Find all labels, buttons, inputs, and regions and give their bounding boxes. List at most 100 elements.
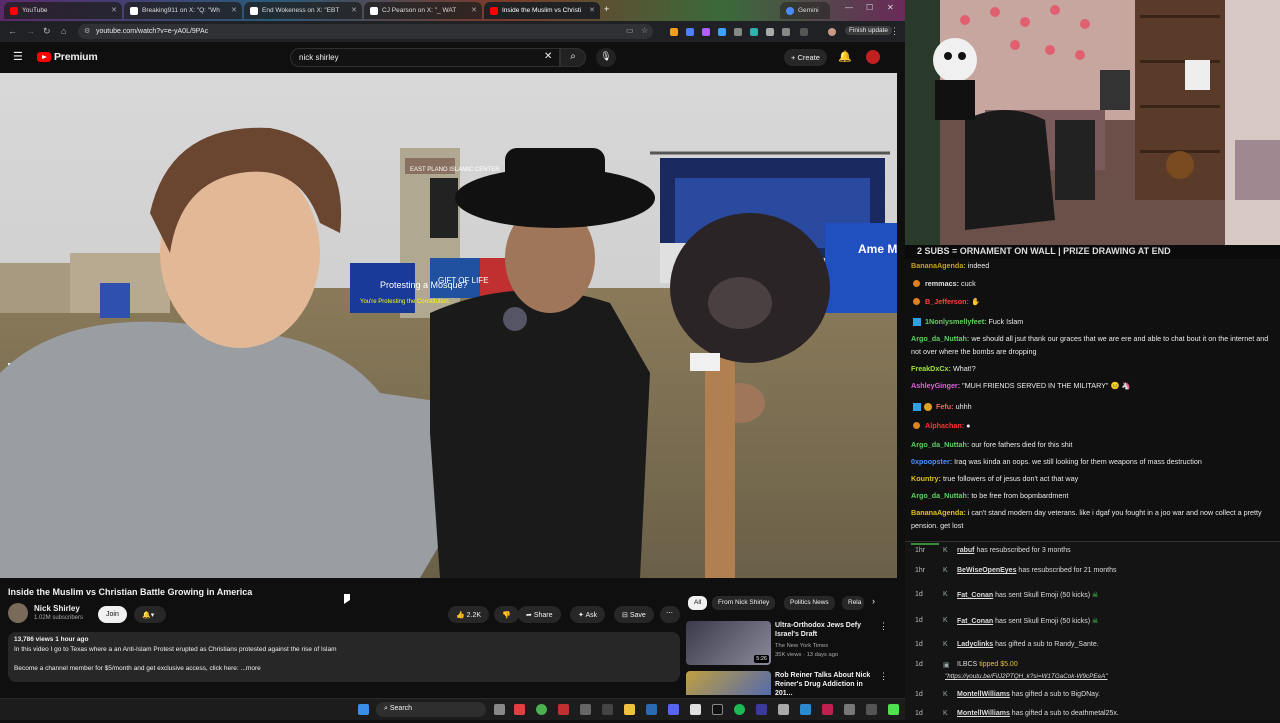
hamburger-menu-icon[interactable]: ☰ xyxy=(13,50,23,63)
channel-name[interactable]: Nick Shirley xyxy=(34,604,80,613)
minimize-icon[interactable]: — xyxy=(845,3,853,12)
chat-username[interactable]: BananaAgenda: xyxy=(911,261,966,270)
app-icon[interactable] xyxy=(888,704,899,715)
extension-icon[interactable] xyxy=(686,28,694,36)
event-user[interactable]: Ladyclinks xyxy=(957,641,993,648)
address-bar[interactable]: ⚙ youtube.com/watch?v=e-yA0L/9PAc ▭ ☆ xyxy=(78,24,653,39)
recommended-video[interactable]: Rob Reiner Talks About Nick Reiner's Dru… xyxy=(686,671,886,695)
like-button[interactable]: 👍 2.2K xyxy=(448,606,490,623)
chat-username[interactable]: AshleyGinger: xyxy=(911,381,960,390)
sidebar-icon[interactable] xyxy=(800,28,808,36)
extension-icon[interactable] xyxy=(670,28,678,36)
subscribed-bell-button[interactable]: 🔔▾ xyxy=(134,606,166,623)
extensions-puzzle-icon[interactable] xyxy=(766,28,774,36)
chip-from-channel[interactable]: From Nick Shirley xyxy=(712,596,776,610)
chat-username[interactable]: 0xpoopster: xyxy=(911,457,952,466)
app-icon[interactable] xyxy=(602,704,613,715)
chevron-right-icon[interactable]: › xyxy=(872,596,875,606)
tab-endwokeness[interactable]: End Wokeness on X: "EBT ✕ xyxy=(244,2,362,19)
recommended-title[interactable]: Ultra-Orthodox Jews Defy Israel's Draft xyxy=(775,621,875,639)
chat-username[interactable]: Fefu: xyxy=(936,402,954,411)
recommended-title[interactable]: Rob Reiner Talks About Nick Reiner's Dru… xyxy=(775,671,875,695)
chat-username[interactable]: Kountry: xyxy=(911,474,941,483)
app-icon[interactable] xyxy=(690,704,701,715)
event-user[interactable]: MontellWilliams xyxy=(957,710,1010,717)
app-icon[interactable] xyxy=(822,704,833,715)
bookmark-star-icon[interactable]: ☆ xyxy=(641,26,648,35)
finish-update-button[interactable]: Finish update xyxy=(845,26,893,35)
app-icon[interactable] xyxy=(580,704,591,715)
video-thumbnail[interactable] xyxy=(686,671,771,695)
event-user[interactable]: rabuf xyxy=(957,547,975,554)
tab-breaking911[interactable]: Breaking911 on X: "Q: "Wh ✕ xyxy=(124,2,242,19)
close-tab-icon[interactable]: ✕ xyxy=(471,6,477,14)
extension-icon[interactable] xyxy=(702,28,710,36)
video-player[interactable]: Protesting a Mosque? You're Protesting t… xyxy=(0,73,897,578)
video-thumbnail[interactable]: 5:26 xyxy=(686,621,771,665)
app-icon[interactable] xyxy=(514,704,525,715)
extension-icon[interactable] xyxy=(718,28,726,36)
file-explorer-icon[interactable] xyxy=(624,704,635,715)
join-button[interactable]: Join xyxy=(98,606,127,623)
taskbar-search[interactable]: ⌕ Search xyxy=(376,702,486,717)
recommended-video[interactable]: 5:26 Ultra-Orthodox Jews Defy Israel's D… xyxy=(686,621,888,665)
close-tab-icon[interactable]: ✕ xyxy=(589,6,595,14)
site-info-icon[interactable]: ⚙ xyxy=(84,27,90,35)
notifications-bell-icon[interactable]: 🔔 xyxy=(838,50,852,63)
maximize-icon[interactable]: ☐ xyxy=(866,3,873,12)
forward-icon[interactable]: → xyxy=(26,26,35,36)
event-user[interactable]: Fat_Conan xyxy=(957,618,993,625)
spotify-icon[interactable] xyxy=(734,704,745,715)
chat-username[interactable]: BananaAgenda: xyxy=(911,508,966,517)
chip-all[interactable]: All xyxy=(688,596,708,610)
profile-avatar-icon[interactable] xyxy=(828,28,836,36)
chat-username[interactable]: Alphachan: xyxy=(925,421,964,430)
tab-cjpearson[interactable]: CJ Pearson on X: "_ WAT ✕ xyxy=(364,2,482,19)
app-icon[interactable] xyxy=(756,704,767,715)
chat-username[interactable]: B_Jefferson: xyxy=(925,297,969,306)
task-view-icon[interactable] xyxy=(494,704,505,715)
reload-icon[interactable]: ↻ xyxy=(43,26,51,37)
event-user[interactable]: Fat_Conan xyxy=(957,592,993,599)
save-button[interactable]: ⊟ Save xyxy=(614,606,654,623)
tab-current-video[interactable]: Inside the Muslim vs Christi ✕ xyxy=(484,2,600,19)
discord-icon[interactable] xyxy=(668,704,679,715)
description-box[interactable]: 13,786 views 1 hour ago In this video I … xyxy=(8,632,680,682)
tiktok-icon[interactable] xyxy=(712,704,723,715)
event-user[interactable]: BeWiseOpenEyes xyxy=(957,567,1016,574)
downloads-icon[interactable] xyxy=(782,28,790,36)
app-icon[interactable] xyxy=(558,704,569,715)
steam-icon[interactable] xyxy=(646,704,657,715)
create-button[interactable]: + Create xyxy=(784,49,827,66)
close-tab-icon[interactable]: ✕ xyxy=(351,6,357,14)
event-user[interactable]: MontellWilliams xyxy=(957,691,1010,698)
back-icon[interactable]: ← xyxy=(8,26,17,36)
tab-gemini[interactable]: Gemini xyxy=(780,2,830,19)
more-options-icon[interactable]: ⋮ xyxy=(879,671,886,682)
ask-button[interactable]: ✦ Ask xyxy=(570,606,606,623)
chat-username[interactable]: Argo_da_Nuttah: xyxy=(911,440,969,449)
event-user[interactable]: ILBCS xyxy=(957,661,977,668)
extension-icon[interactable] xyxy=(750,28,758,36)
account-avatar[interactable] xyxy=(866,50,880,64)
channel-avatar[interactable] xyxy=(8,603,28,623)
dislike-button[interactable]: 👎 xyxy=(494,606,519,623)
home-icon[interactable]: ⌂ xyxy=(61,26,66,36)
chat-username[interactable]: 1Nonlysmellyfeet: xyxy=(925,317,987,326)
extension-icon[interactable] xyxy=(734,28,742,36)
close-tab-icon[interactable]: ✕ xyxy=(111,6,117,14)
chat-username[interactable]: Argo_da_Nuttah: xyxy=(911,491,969,500)
browser-menu-icon[interactable]: ⋮ xyxy=(890,26,899,37)
chat-username[interactable]: Argo_da_Nuttah: xyxy=(911,334,969,343)
close-window-icon[interactable]: ✕ xyxy=(887,3,894,12)
search-button[interactable]: ⌕ xyxy=(560,48,586,67)
tab-youtube[interactable]: YouTube ✕ xyxy=(4,2,122,19)
chip-politics-news[interactable]: Politics News xyxy=(784,596,835,610)
search-input[interactable]: nick shirley ✕ xyxy=(290,48,560,67)
youtube-logo[interactable]: Premium xyxy=(37,51,98,63)
app-icon[interactable] xyxy=(844,704,855,715)
more-actions-icon[interactable]: ⋯ xyxy=(660,606,680,623)
app-icon[interactable] xyxy=(800,704,811,715)
close-tab-icon[interactable]: ✕ xyxy=(231,6,237,14)
new-tab-icon[interactable]: + xyxy=(604,4,614,14)
